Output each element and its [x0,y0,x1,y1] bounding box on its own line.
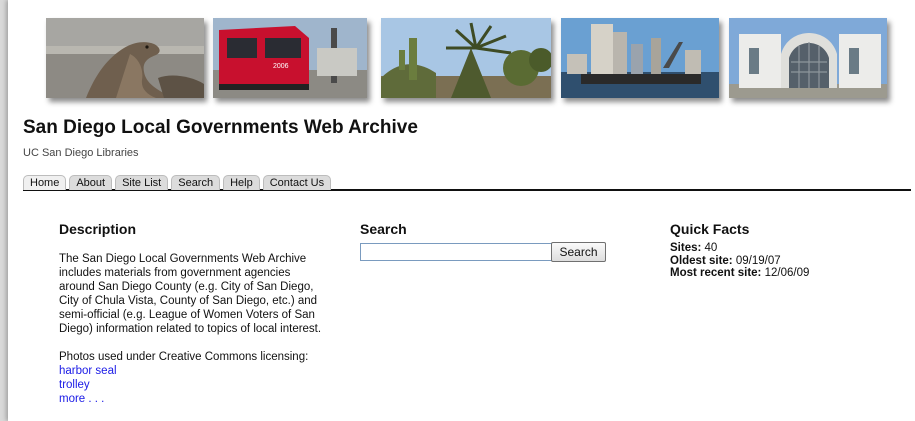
page: 2006 San Diego Local Governments Web Arc… [8,0,915,421]
fact-sites-value: 40 [704,242,718,254]
description-section: Description The San Diego Local Governme… [59,221,329,406]
tab-home[interactable]: Home [23,175,67,190]
search-section: Search Search [360,221,620,264]
building-archway-photo [729,18,887,98]
search-input[interactable] [360,243,552,261]
fact-recent-value: 12/06/09 [764,267,810,279]
site-title: San Diego Local Governments Web Archive [23,117,418,138]
tab-contact-us[interactable]: Contact Us [262,175,332,190]
trolley-link[interactable]: trolley [59,378,329,392]
harbor-seal-link[interactable]: harbor seal [59,364,329,378]
quick-facts-section: Quick Facts Sites: 40 Oldest site: 09/19… [670,221,900,280]
tab-search[interactable]: Search [171,175,221,190]
tab-site-list[interactable]: Site List [115,175,169,190]
more-photos-link[interactable]: more . . . [59,392,329,406]
tab-help[interactable]: Help [223,175,260,190]
search-button[interactable]: Search [551,242,606,262]
search-heading: Search [360,221,407,237]
search-form: Search [360,242,620,264]
cactus-garden-photo [381,18,551,98]
harbor-seal-photo [46,18,204,98]
fact-recent-label: Most recent site: [670,267,762,279]
fact-most-recent-site: Most recent site: 12/06/09 [670,267,900,280]
description-heading: Description [59,221,137,237]
site-subtitle: UC San Diego Libraries [23,147,139,159]
main-nav: Home About Site List Search Help Contact… [23,175,911,191]
quick-facts-list: Sites: 40 Oldest site: 09/19/07 Most rec… [670,242,900,280]
tab-about[interactable]: About [69,175,113,190]
description-text: The San Diego Local Governments Web Arch… [59,253,322,335]
trolley-number-text: 2006 [273,63,289,70]
fact-sites-label: Sites: [670,242,702,254]
fact-oldest-label: Oldest site: [670,254,733,267]
fact-oldest-site: Oldest site: 09/19/07 [670,255,900,268]
quick-facts-heading: Quick Facts [670,221,750,237]
city-skyline-photo [561,18,719,98]
fact-oldest-value: 09/19/07 [735,254,781,267]
photos-credit-note: Photos used under Creative Commons licen… [59,351,309,363]
fact-sites: Sites: 40 [670,242,900,255]
trolley-photo: 2006 [213,18,367,98]
